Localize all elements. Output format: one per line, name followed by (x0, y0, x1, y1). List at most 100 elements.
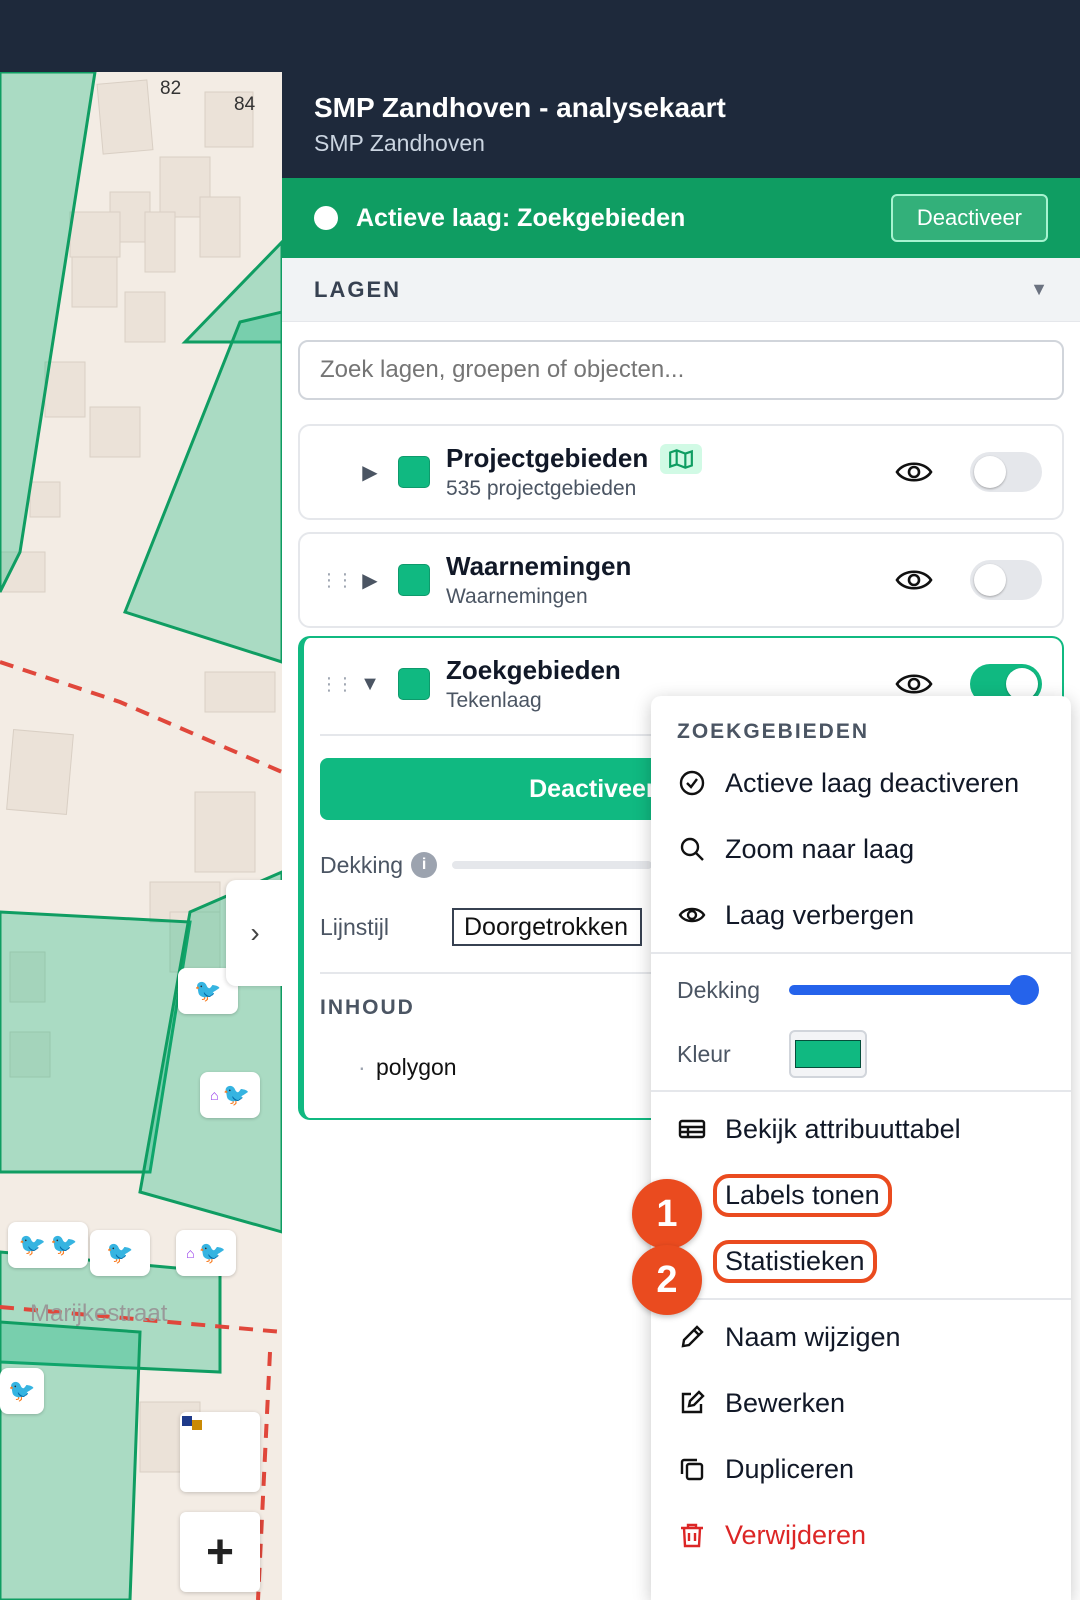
active-layer-label: Actieve laag: Zoekgebieden (356, 203, 686, 232)
layer-name: Zoekgebieden (446, 655, 621, 685)
page-title: SMP Zandhoven - analysekaart (314, 92, 726, 123)
drag-handle-icon[interactable]: ⋮⋮ (320, 675, 354, 693)
house-icon: ⌂ (210, 1087, 219, 1103)
bird-icon: 🐦 (18, 1232, 46, 1257)
color-swatch (795, 1040, 861, 1068)
layer-color-swatch (398, 668, 430, 700)
check-circle-icon (679, 770, 705, 796)
zoom-in-button[interactable]: + (180, 1512, 260, 1592)
menu-item-label: Laag verbergen (725, 899, 915, 930)
observation-marker[interactable]: 🐦 (0, 1368, 44, 1414)
expand-arrow-icon[interactable]: ▶ (350, 460, 390, 485)
menu-item-label: Zoom naar laag (725, 833, 915, 864)
pencil-icon (681, 1325, 704, 1348)
eye-icon[interactable] (894, 565, 934, 595)
menu-item-label: Naam wijzigen (725, 1321, 901, 1352)
slider-thumb[interactable] (1009, 975, 1039, 1005)
step-badge: 1 (632, 1179, 702, 1249)
layer-visibility-toggle[interactable] (970, 560, 1042, 600)
layer-subtitle: 535 projectgebieden (446, 477, 637, 500)
bird-icon: 🐦 (198, 1240, 226, 1265)
panel-header: SMP Zandhoven - analysekaart SMP Zandhov… (282, 72, 1080, 178)
bird-icon: 🐦 (50, 1232, 78, 1257)
active-indicator-icon (314, 206, 338, 230)
layer-color-swatch (398, 456, 430, 488)
line-style-label: Lijnstijl (320, 913, 390, 940)
observation-marker[interactable]: ⌂ 🐦 (200, 1072, 260, 1118)
menu-header: ZOEKGEBIEDEN (677, 720, 870, 743)
menu-divider (651, 1090, 1071, 1092)
menu-item-label: Verwijderen (725, 1519, 867, 1550)
drag-handle-icon[interactable]: ⋮⋮ (320, 571, 354, 589)
opacity-slider[interactable] (452, 861, 652, 869)
menu-item-label: Statistieken (713, 1239, 877, 1283)
step-badge: 2 (632, 1245, 702, 1315)
layer-context-menu: ZOEKGEBIEDEN Actieve laag deactiveren Zo… (651, 696, 1071, 1600)
page-subtitle: SMP Zandhoven (314, 130, 485, 156)
info-icon[interactable]: i (411, 852, 438, 878)
menu-item-label: Actieve laag deactiveren (725, 767, 1020, 798)
layer-subtitle: Waarnemingen (446, 585, 588, 608)
bird-icon: 🐦 (222, 1082, 250, 1107)
layer-search-input[interactable] (298, 340, 1064, 400)
basemap-button[interactable] (180, 1412, 260, 1492)
street-label: Marijkestraat (30, 1300, 168, 1327)
map-icon (660, 443, 703, 474)
opacity-label: Dekking (320, 851, 404, 878)
menu-item-hide-layer[interactable]: Laag verbergen (651, 882, 1071, 948)
eye-icon[interactable] (894, 669, 934, 699)
menu-item-attribute-table[interactable]: Bekijk attribuuttabel (651, 1096, 1071, 1162)
layer-card[interactable]: ⋮⋮ ▶ Waarnemingen Waarnemingen (298, 532, 1064, 628)
collapse-panel-button[interactable]: › (226, 880, 282, 986)
trash-icon (681, 1523, 703, 1548)
opacity-slider[interactable] (789, 975, 1039, 1005)
menu-item-statistics[interactable]: Statistieken (651, 1228, 1071, 1294)
menu-divider (651, 952, 1071, 954)
basemap-icon (182, 1416, 202, 1430)
menu-divider (651, 1298, 1071, 1300)
menu-item-show-labels[interactable]: Labels tonen (651, 1162, 1071, 1228)
bird-icon: 🐦 (194, 978, 222, 1003)
observation-marker[interactable]: 🐦 (90, 1230, 150, 1276)
eye-icon[interactable] (894, 457, 934, 487)
menu-item-deactivate-layer[interactable]: Actieve laag deactiveren (651, 750, 1071, 816)
menu-item-label: Bekijk attribuuttabel (725, 1113, 961, 1144)
map-view[interactable]: 82 84 Marijkestraat 🐦 ⌂ 🐦 🐦 🐦 🐦 ⌂ 🐦 🐦 › + (0, 72, 282, 1600)
layers-section-header[interactable]: LAGEN ▼ (282, 258, 1080, 322)
menu-item-zoom-to-layer[interactable]: Zoom naar laag (651, 816, 1071, 882)
caret-down-icon: ▼ (1030, 279, 1048, 299)
top-bar (0, 0, 1080, 72)
color-label: Kleur (677, 1040, 731, 1067)
deactivate-button[interactable]: Deactiveer (890, 194, 1048, 242)
menu-item-label: Dupliceren (725, 1453, 855, 1484)
copy-icon (680, 1458, 704, 1481)
expand-arrow-icon[interactable]: ▶ (350, 568, 390, 593)
layer-card[interactable]: ⋮⋮ ▶ Projectgebieden 535 projectgebieden (298, 424, 1064, 520)
chevron-right-icon: › (250, 917, 260, 948)
bird-icon: 🐦 (106, 1240, 134, 1265)
layer-name: Waarnemingen (446, 551, 632, 581)
menu-item-rename[interactable]: Naam wijzigen (651, 1304, 1071, 1370)
eye-icon (678, 907, 706, 923)
line-style-select[interactable]: Doorgetrokken (452, 908, 642, 946)
layer-visibility-toggle[interactable] (970, 452, 1042, 492)
collapse-arrow-icon[interactable]: ▼ (350, 673, 390, 696)
menu-item-label: Bewerken (725, 1387, 846, 1418)
observation-marker[interactable]: ⌂ 🐦 (176, 1230, 236, 1276)
menu-item-edit[interactable]: Bewerken (651, 1370, 1071, 1436)
search-icon (680, 837, 704, 861)
plus-icon: + (205, 1525, 235, 1579)
house-icon: ⌂ (186, 1245, 195, 1261)
edit-icon (681, 1390, 705, 1414)
opacity-label: Dekking (677, 976, 761, 1003)
menu-item-duplicate[interactable]: Dupliceren (651, 1436, 1071, 1502)
color-picker[interactable] (789, 1030, 867, 1078)
active-layer-bar: Actieve laag: Zoekgebieden Deactiveer (282, 178, 1080, 258)
section-title: LAGEN (314, 276, 401, 302)
layer-name: Projectgebieden (446, 443, 649, 473)
house-number-label: 84 (234, 94, 256, 115)
layer-color-swatch (398, 564, 430, 596)
observation-marker[interactable]: 🐦 🐦 (8, 1222, 88, 1268)
menu-item-delete[interactable]: Verwijderen (651, 1502, 1071, 1568)
menu-item-label: Labels tonen (713, 1173, 892, 1217)
